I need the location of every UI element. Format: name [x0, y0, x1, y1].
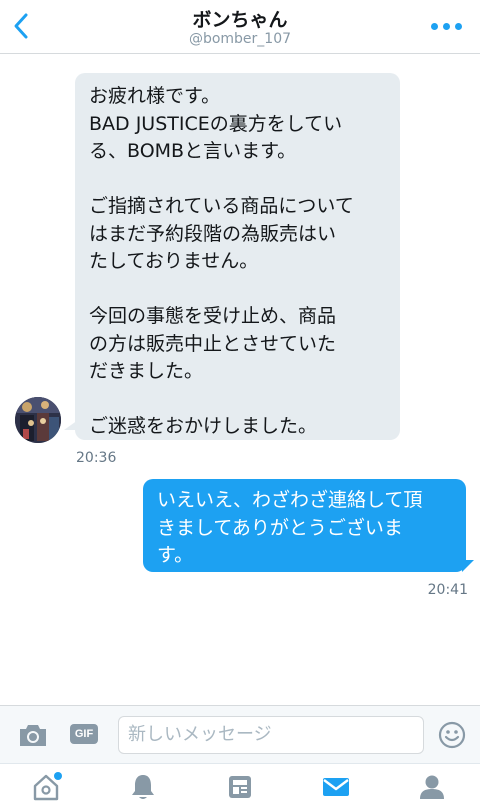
camera-button[interactable] [17, 721, 49, 749]
tab-profile[interactable] [414, 770, 450, 804]
more-dots-icon [430, 22, 438, 30]
notification-dot [54, 772, 62, 780]
conversation-header: ボンちゃん @bomber_107 [0, 0, 480, 54]
incoming-bubble-tail [64, 420, 78, 430]
gif-button[interactable]: GIF [70, 724, 98, 744]
message-timestamp: 20:41 [427, 582, 468, 598]
moments-icon [229, 776, 251, 798]
profile-icon [420, 775, 444, 799]
conversation-handle: @bomber_107 [188, 31, 292, 47]
message-paragraph: ご迷惑をおかけしました。 [89, 415, 318, 437]
bell-icon [132, 775, 154, 799]
message-paragraph: ご指摘されている商品について はまだ予約段階の為販売はい たしておりません。 [89, 195, 354, 272]
tab-home[interactable] [28, 770, 64, 804]
tab-moments[interactable] [222, 770, 258, 804]
outgoing-bubble-tail [462, 560, 474, 572]
message-timestamp: 20:36 [76, 450, 117, 466]
outgoing-message-bubble[interactable]: いえいえ、わざわざ連絡して頂 きましてありがとうございま す。 [143, 479, 466, 572]
message-composer: GIF 新しいメッセージ [0, 705, 480, 763]
message-list[interactable]: お疲れ様です。 BAD JUSTICEの裏方をしてい る、BOMBと言います。 … [0, 55, 480, 705]
avatar[interactable] [15, 397, 61, 443]
message-input[interactable]: 新しいメッセージ [118, 716, 424, 754]
tab-notifications[interactable] [125, 770, 161, 804]
tab-bar [0, 763, 480, 807]
emoji-button[interactable] [438, 721, 466, 749]
mail-icon [323, 778, 349, 796]
camera-icon [20, 725, 46, 746]
message-text: いえいえ、わざわざ連絡して頂 きましてありがとうございま す。 [157, 489, 423, 566]
message-paragraph: 今回の事態を受け止め、商品 の方は販売中止とさせていた だきました。 [89, 305, 337, 382]
smiley-icon [438, 721, 466, 749]
more-button[interactable] [428, 14, 464, 38]
conversation-title[interactable]: ボンちゃん [0, 5, 480, 32]
message-paragraph: お疲れ様です。 BAD JUSTICEの裏方をしてい る、BOMBと言います。 [89, 85, 343, 162]
tab-messages[interactable] [318, 770, 354, 804]
incoming-message-bubble[interactable]: お疲れ様です。 BAD JUSTICEの裏方をしてい る、BOMBと言います。 … [75, 73, 400, 440]
avatar-image [15, 397, 61, 443]
